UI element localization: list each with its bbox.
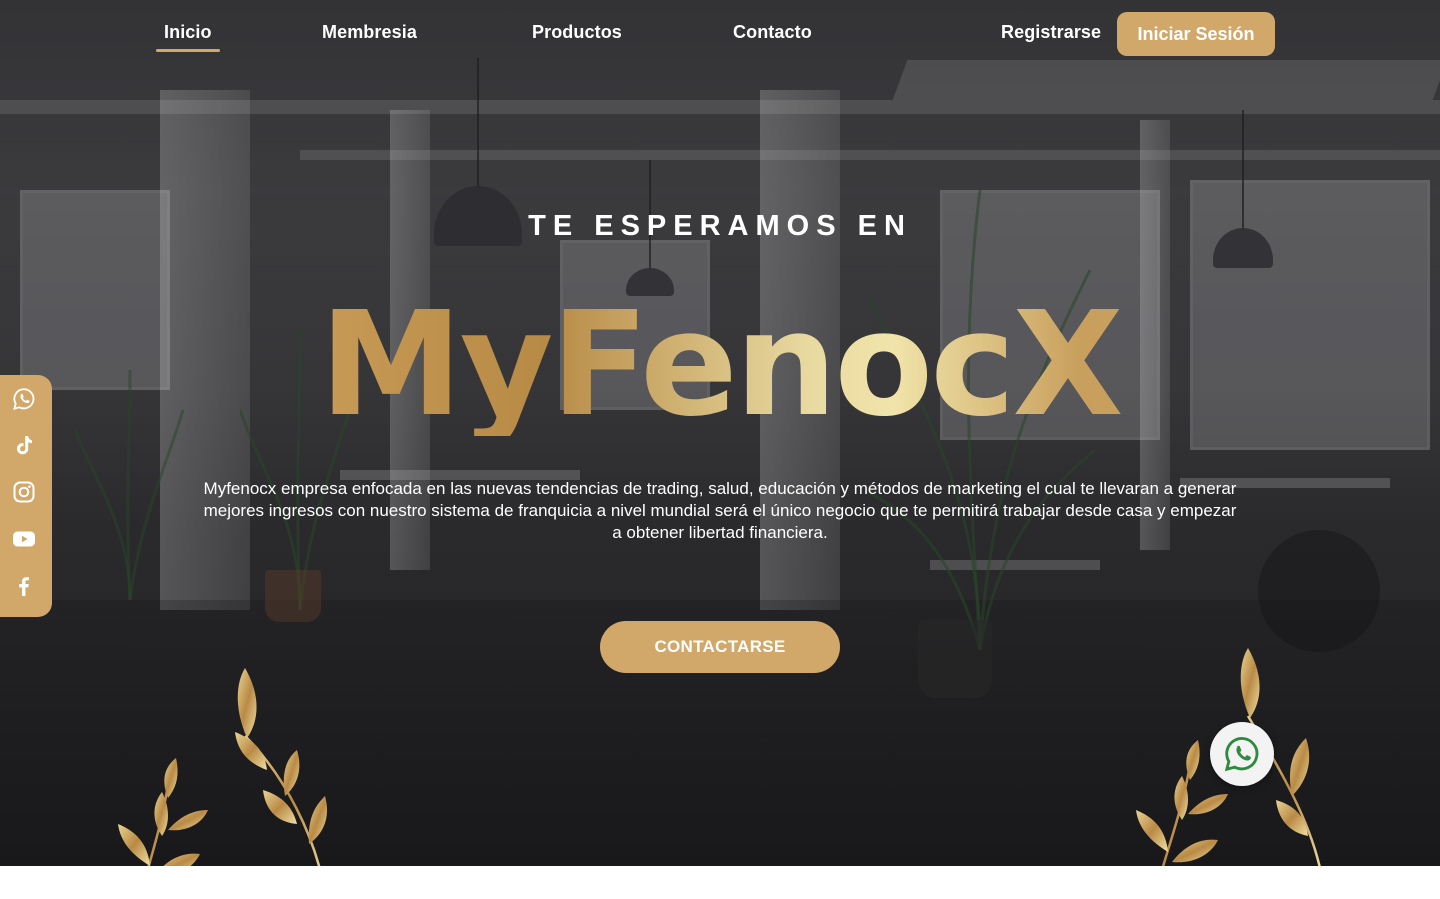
gold-leaf-decoration-icon: [235, 668, 328, 866]
login-button[interactable]: Iniciar Sesión: [1117, 12, 1275, 56]
whatsapp-icon[interactable]: [12, 387, 36, 411]
hero-eyebrow: TE ESPERAMOS EN: [528, 210, 912, 242]
top-navigation: Inicio Membresia Productos Contacto Regi…: [0, 0, 1440, 70]
whatsapp-icon: [1224, 737, 1259, 772]
contact-cta-button[interactable]: CONTACTARSE: [600, 621, 840, 673]
gold-leaf-decoration-icon: [118, 758, 208, 866]
youtube-icon[interactable]: [12, 527, 36, 551]
facebook-icon[interactable]: [12, 574, 36, 598]
nav-link-productos[interactable]: Productos: [532, 22, 622, 43]
instagram-icon[interactable]: [12, 480, 36, 504]
tiktok-icon[interactable]: [12, 434, 36, 458]
brand-title: MyFenocX: [0, 292, 1440, 436]
social-sidebar: [0, 375, 52, 617]
nav-link-inicio[interactable]: Inicio: [156, 22, 220, 52]
hero-description: Myfenocx empresa enfocada en las nuevas …: [203, 479, 1237, 542]
register-link[interactable]: Registrarse: [1001, 22, 1101, 43]
whatsapp-chat-button[interactable]: [1210, 722, 1274, 786]
nav-link-contacto[interactable]: Contacto: [733, 22, 812, 43]
nav-link-membresia[interactable]: Membresia: [322, 22, 417, 43]
